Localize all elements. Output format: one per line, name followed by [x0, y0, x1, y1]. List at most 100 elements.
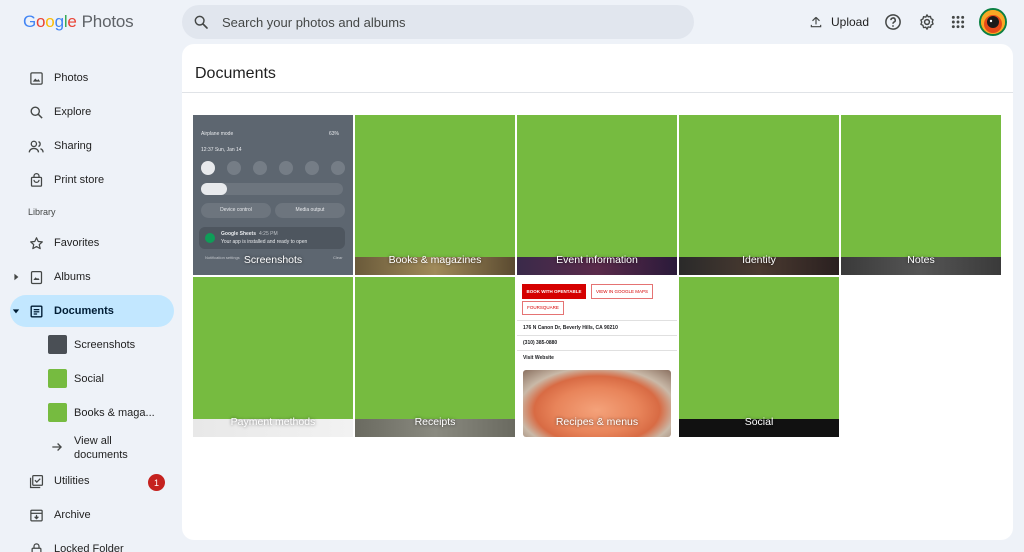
social-thumbnail [48, 369, 67, 388]
tile-label: Screenshots [243, 254, 303, 266]
quick-toggle [253, 161, 267, 175]
battery-text: 63% [329, 131, 340, 137]
sidebar-item-favorites[interactable]: Favorites [10, 227, 174, 259]
tile-books-magazines[interactable]: Books & magazines [355, 115, 515, 275]
sidebar-item-documents[interactable]: Documents [10, 295, 174, 327]
library-section-header: Library [28, 207, 56, 217]
page-title: Documents [195, 65, 276, 82]
brightness-slider [201, 183, 343, 195]
tile-social[interactable]: Social [679, 277, 839, 437]
sidebar-item-label: Documents [54, 305, 114, 317]
sidebar-item-albums[interactable]: Albums [10, 261, 174, 293]
lock-icon [27, 540, 45, 552]
title-divider [182, 92, 1013, 93]
address-text: 176 N Canon Dr, Beverly Hills, CA 90210 [523, 325, 618, 331]
sidebar-item-label: Albums [54, 271, 91, 283]
logo-letter: o [36, 12, 46, 31]
tile-payment-methods[interactable]: Payment methods [193, 277, 353, 437]
tile-image [679, 277, 839, 437]
utilities-count-badge: 1 [148, 474, 165, 491]
sidebar-subitem-label: Screenshots [74, 339, 136, 351]
opentable-button: BOOK WITH OPENTABLE [522, 284, 586, 299]
tile-notes[interactable]: Notes [841, 115, 1001, 275]
sidebar-item-label: Print store [54, 174, 105, 186]
mic-toggle [279, 161, 293, 175]
document-icon [27, 302, 45, 320]
sidebar-item-label: Utilities [54, 475, 90, 487]
sidebar-item-label: Archive [54, 509, 91, 521]
divider [517, 335, 677, 336]
view-all-label: View all documents [74, 435, 128, 461]
google-photos-logo[interactable]: Google Photos [23, 12, 134, 32]
screenshots-thumbnail [48, 335, 67, 354]
upload-button[interactable]: Upload [805, 9, 873, 35]
sidebar-subitem-screenshots[interactable]: Screenshots [10, 329, 174, 361]
time-date-text: 12:37 Sun, Jan 14 [201, 147, 242, 153]
avatar-image [981, 10, 1005, 34]
settings-gear-icon[interactable] [914, 9, 940, 35]
tile-event-information[interactable]: Event information [517, 115, 677, 275]
sidebar-item-label: Explore [54, 106, 92, 118]
notif-time: 4:25 PM [259, 231, 278, 237]
website-text: Visit Website [523, 355, 554, 361]
tile-identity[interactable]: Identity [679, 115, 839, 275]
tile-image [841, 115, 1001, 275]
quick-toggle [331, 161, 345, 175]
phone-text: (310) 385-0880 [523, 340, 558, 346]
apps-grid-icon[interactable] [945, 9, 971, 35]
notif-title: Google Sheets [221, 231, 257, 237]
recipe-preview: BOOK WITH OPENTABLE VIEW IN GOOGLE MAPS … [517, 277, 677, 437]
photo-icon [27, 69, 45, 87]
search-icon[interactable] [182, 5, 220, 39]
search-bar[interactable]: Search your photos and albums [182, 5, 694, 39]
sidebar-item-explore[interactable]: Explore [10, 96, 174, 128]
sidebar-item-print-store[interactable]: Print store [10, 164, 174, 196]
notif-body: Your app is installed and ready to open [221, 239, 308, 245]
expand-caret-down-icon[interactable] [11, 306, 21, 316]
sidebar-item-sharing[interactable]: Sharing [10, 130, 174, 162]
status-text: Airplane mode [201, 131, 234, 137]
sidebar-subitem-books[interactable]: Books & maga... [10, 397, 174, 429]
sidebar-item-photos[interactable]: Photos [10, 62, 174, 94]
account-avatar[interactable] [979, 8, 1007, 36]
sidebar-subitem-label: Books & maga... [74, 407, 155, 419]
tile-label: Event information [556, 254, 638, 266]
sidebar-item-label: Locked Folder [54, 543, 124, 552]
logo-product-name: Photos [81, 12, 134, 31]
search-input[interactable]: Search your photos and albums [222, 15, 406, 30]
screenshot-preview: Airplane mode 63% 12:37 Sun, Jan 14 Devi… [193, 115, 353, 275]
bluetooth-toggle [227, 161, 241, 175]
mute-toggle [305, 161, 319, 175]
tile-image [193, 277, 353, 437]
divider [517, 320, 677, 321]
sidebar-item-locked-folder[interactable]: Locked Folder [10, 533, 174, 552]
tile-label: Notes [907, 254, 935, 266]
tile-receipts[interactable]: Receipts [355, 277, 515, 437]
google-maps-button: VIEW IN GOOGLE MAPS [591, 284, 653, 299]
album-icon [27, 268, 45, 286]
sidebar-item-archive[interactable]: Archive [10, 499, 174, 531]
upload-icon [810, 16, 822, 28]
sidebar-subitem-label: Social [74, 373, 104, 385]
view-all-documents-link[interactable]: View all documents [10, 432, 174, 464]
sidebar-item-label: Favorites [54, 237, 100, 249]
tile-label: Payment methods [230, 416, 316, 428]
people-icon [27, 137, 45, 155]
arrow-right-icon [50, 440, 64, 457]
star-icon [27, 234, 45, 252]
utilities-icon [27, 472, 45, 490]
sidebar-subitem-social[interactable]: Social [10, 363, 174, 395]
notification-card: Google Sheets 4:25 PM Your app is instal… [199, 227, 345, 249]
upload-label: Upload [831, 15, 870, 29]
shopping-bag-icon [27, 171, 45, 189]
help-icon[interactable] [880, 9, 906, 35]
books-thumbnail [48, 403, 67, 422]
tile-recipes-menus[interactable]: BOOK WITH OPENTABLE VIEW IN GOOGLE MAPS … [517, 277, 677, 437]
wifi-toggle [201, 161, 215, 175]
tile-screenshots[interactable]: Airplane mode 63% 12:37 Sun, Jan 14 Devi… [193, 115, 353, 275]
archive-icon [27, 506, 45, 524]
tile-image [355, 277, 515, 437]
tile-label: Social [744, 416, 774, 428]
tile-label: Receipts [414, 416, 456, 428]
sidebar-item-label: Sharing [54, 140, 92, 152]
